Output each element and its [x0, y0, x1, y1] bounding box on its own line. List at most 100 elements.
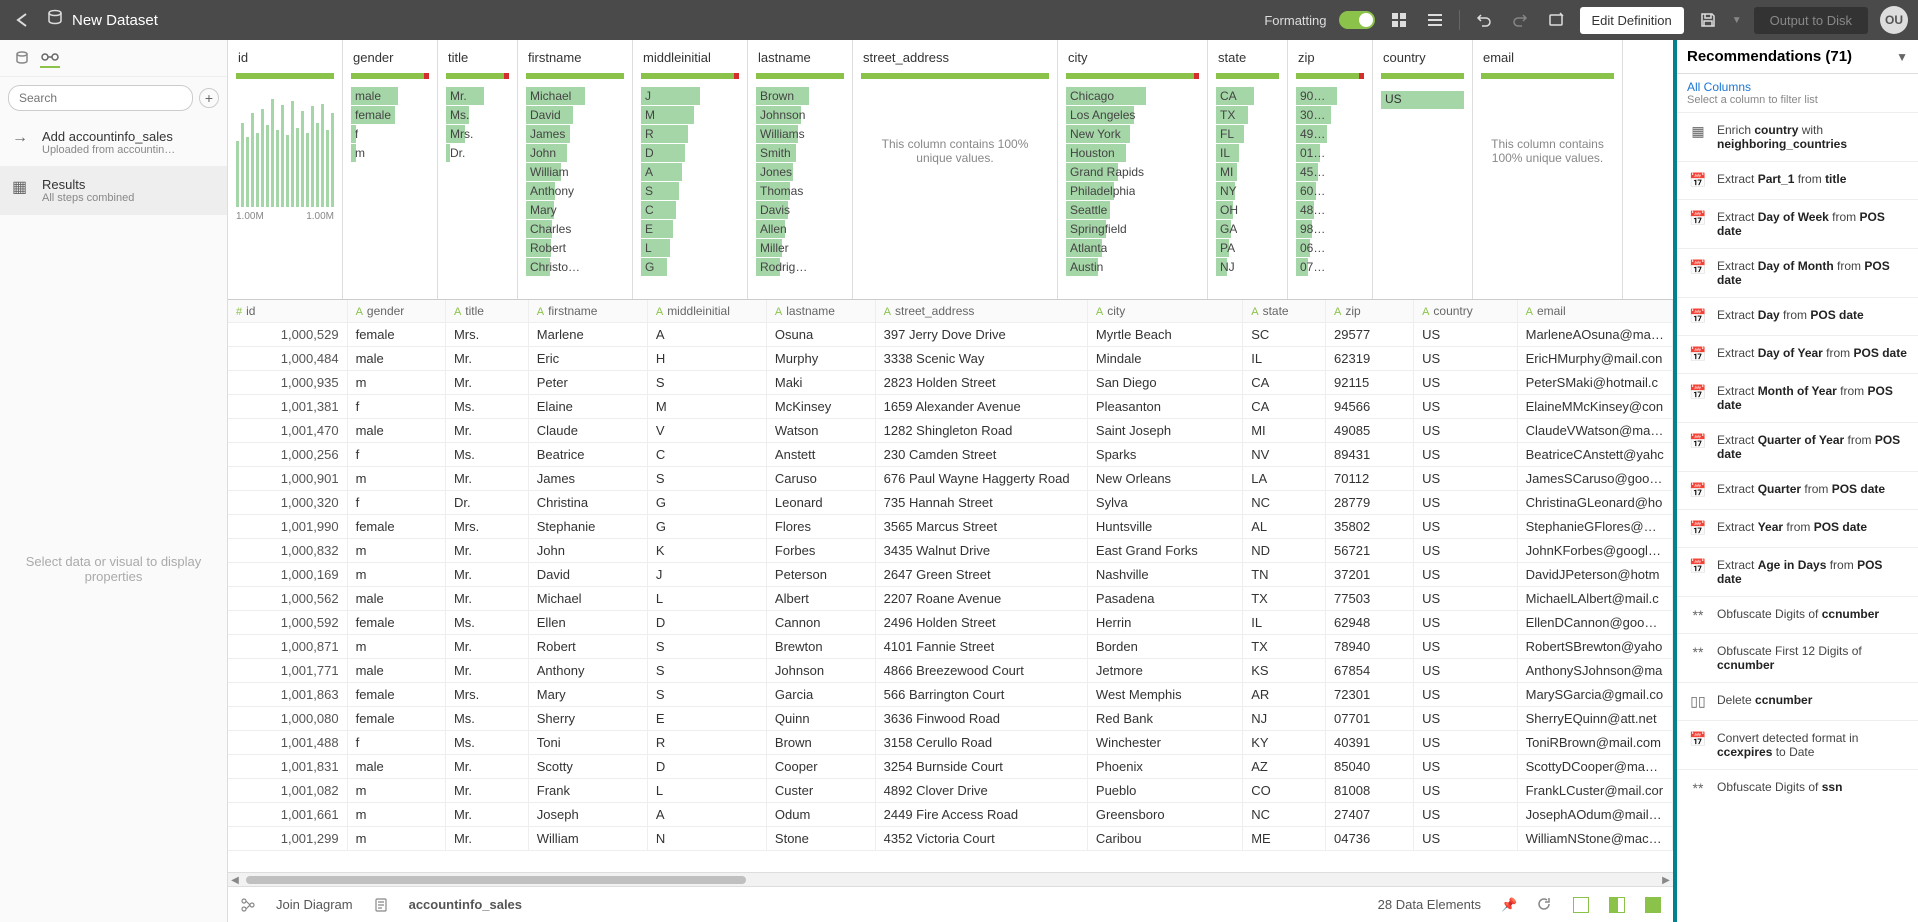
table-row[interactable]: 1,000,871mMr.RobertSBrewton4101 Fannie S…	[228, 635, 1673, 659]
redo-icon[interactable]	[1508, 8, 1532, 32]
value-row[interactable]: Jones	[756, 163, 844, 181]
value-row[interactable]: Mrs.	[446, 125, 509, 143]
value-row[interactable]: 48…	[1296, 201, 1364, 219]
value-row[interactable]: M	[641, 106, 739, 124]
value-row[interactable]: Chicago	[1066, 87, 1199, 105]
profile-column[interactable]: firstname Michael David James John Willi…	[518, 40, 633, 299]
profile-column[interactable]: gender male female f m	[343, 40, 438, 299]
value-row[interactable]: GA	[1216, 220, 1279, 238]
all-columns-link[interactable]: All Columns	[1687, 80, 1908, 94]
value-row[interactable]: Mary	[526, 201, 624, 219]
join-diagram-label[interactable]: Join Diagram	[276, 897, 353, 912]
step-item[interactable]: ▦ Results All steps combined	[0, 167, 227, 215]
recommendation-item[interactable]: 📅 Convert detected format in ccexpires t…	[1677, 720, 1918, 769]
value-row[interactable]: Austin	[1066, 258, 1199, 276]
profile-column[interactable]: country US	[1373, 40, 1473, 299]
value-row[interactable]: John	[526, 144, 624, 162]
column-header[interactable]: Acity	[1087, 300, 1242, 323]
value-row[interactable]: Allen	[756, 220, 844, 238]
recommendation-item[interactable]: 📅 Extract Day of Month from POS date	[1677, 248, 1918, 297]
table-row[interactable]: 1,001,082mMr.FrankLCuster4892 Clover Dri…	[228, 779, 1673, 803]
profile-column[interactable]: lastname Brown Johnson Williams Smith Jo…	[748, 40, 853, 299]
value-row[interactable]: CA	[1216, 87, 1279, 105]
profile-column[interactable]: state CA TX FL IL MI NY OH GA PA	[1208, 40, 1288, 299]
table-row[interactable]: 1,000,256fMs.BeatriceCAnstett230 Camden …	[228, 443, 1673, 467]
table-wrap[interactable]: #idAgenderAtitleAfirstnameAmiddleinitial…	[228, 300, 1673, 872]
column-header[interactable]: Acountry	[1414, 300, 1518, 323]
output-label[interactable]: Output to Disk	[1754, 7, 1868, 34]
search-input[interactable]	[8, 85, 193, 111]
value-row[interactable]: Johnson	[756, 106, 844, 124]
value-row[interactable]: Dr.	[446, 144, 509, 162]
table-row[interactable]: 1,001,990femaleMrs.StephanieGFlores3565 …	[228, 515, 1673, 539]
table-row[interactable]: 1,001,661mMr.JosephAOdum2449 Fire Access…	[228, 803, 1673, 827]
recommendation-item[interactable]: 📅 Extract Day of Year from POS date	[1677, 335, 1918, 373]
value-row[interactable]: 45…	[1296, 163, 1364, 181]
save-icon[interactable]	[1696, 8, 1720, 32]
back-button[interactable]	[10, 8, 34, 32]
value-row[interactable]: Houston	[1066, 144, 1199, 162]
table-row[interactable]: 1,001,381fMs.ElaineMMcKinsey1659 Alexand…	[228, 395, 1673, 419]
layout-icon-2[interactable]	[1609, 897, 1625, 913]
horizontal-scrollbar[interactable]: ◀ ▶	[228, 872, 1673, 886]
value-row[interactable]: 98…	[1296, 220, 1364, 238]
profile-column[interactable]: email This column contains 100% unique v…	[1473, 40, 1623, 299]
recommendation-item[interactable]: ▦ Enrich country with neighboring_countr…	[1677, 112, 1918, 161]
value-row[interactable]: Grand Rapids	[1066, 163, 1199, 181]
column-header[interactable]: Astreet_address	[875, 300, 1087, 323]
column-header[interactable]: Aemail	[1517, 300, 1672, 323]
table-row[interactable]: 1,001,488fMs.ToniRBrown3158 Cerullo Road…	[228, 731, 1673, 755]
value-row[interactable]: C	[641, 201, 739, 219]
table-row[interactable]: 1,000,320fDr.ChristinaGLeonard735 Hannah…	[228, 491, 1673, 515]
value-row[interactable]: S	[641, 182, 739, 200]
value-row[interactable]: Mr.	[446, 87, 509, 105]
value-row[interactable]: TX	[1216, 106, 1279, 124]
value-row[interactable]: Seattle	[1066, 201, 1199, 219]
value-row[interactable]: Springfield	[1066, 220, 1199, 238]
value-row[interactable]: Rodrig…	[756, 258, 844, 276]
value-row[interactable]: 01…	[1296, 144, 1364, 162]
profile-column[interactable]: id 1.00M1.00M	[228, 40, 343, 299]
profile-column[interactable]: middleinitial J M R D A S C E L	[633, 40, 748, 299]
value-row[interactable]: Robert	[526, 239, 624, 257]
value-row[interactable]: PA	[1216, 239, 1279, 257]
preview-icon[interactable]	[1544, 8, 1568, 32]
table-row[interactable]: 1,000,529femaleMrs.MarleneAOsuna397 Jerr…	[228, 323, 1673, 347]
value-row[interactable]: Smith	[756, 144, 844, 162]
tab-data-icon[interactable]	[12, 48, 32, 68]
edit-definition-button[interactable]: Edit Definition	[1580, 7, 1684, 34]
value-row[interactable]: Atlanta	[1066, 239, 1199, 257]
column-header[interactable]: Astate	[1243, 300, 1326, 323]
grid-view-icon[interactable]	[1387, 8, 1411, 32]
value-row[interactable]: David	[526, 106, 624, 124]
value-row[interactable]: A	[641, 163, 739, 181]
value-row[interactable]: OH	[1216, 201, 1279, 219]
column-header[interactable]: Alastname	[766, 300, 875, 323]
scroll-right-icon[interactable]: ▶	[1659, 873, 1673, 887]
recommendation-item[interactable]: ▯▯ Delete ccnumber	[1677, 682, 1918, 720]
table-row[interactable]: 1,001,470maleMr.ClaudeVWatson1282 Shingl…	[228, 419, 1673, 443]
value-row[interactable]: Philadelphia	[1066, 182, 1199, 200]
column-header[interactable]: Azip	[1326, 300, 1414, 323]
recommendation-item[interactable]: ** Obfuscate First 12 Digits of ccnumber	[1677, 633, 1918, 682]
value-row[interactable]: f	[351, 125, 429, 143]
layout-icon-3[interactable]	[1645, 897, 1661, 913]
value-row[interactable]: Christo…	[526, 258, 624, 276]
value-row[interactable]: FL	[1216, 125, 1279, 143]
layout-icon-1[interactable]	[1573, 897, 1589, 913]
profile-column[interactable]: zip 90… 30… 49… 01… 45… 60… 48… 98… 06…	[1288, 40, 1373, 299]
column-header[interactable]: #id	[228, 300, 347, 323]
value-row[interactable]: Williams	[756, 125, 844, 143]
recommendation-item[interactable]: 📅 Extract Year from POS date	[1677, 509, 1918, 547]
value-row[interactable]: Davis	[756, 201, 844, 219]
profile-column[interactable]: city Chicago Los Angeles New York Housto…	[1058, 40, 1208, 299]
refresh-icon[interactable]	[1537, 897, 1553, 913]
value-row[interactable]: male	[351, 87, 429, 105]
recommendation-item[interactable]: 📅 Extract Day from POS date	[1677, 297, 1918, 335]
value-row[interactable]: J	[641, 87, 739, 105]
value-row[interactable]: 30…	[1296, 106, 1364, 124]
value-row[interactable]: 07…	[1296, 258, 1364, 276]
collapse-recs-icon[interactable]: ▼	[1896, 50, 1908, 64]
value-row[interactable]: Miller	[756, 239, 844, 257]
table-row[interactable]: 1,001,831maleMr.ScottyDCooper3254 Burnsi…	[228, 755, 1673, 779]
